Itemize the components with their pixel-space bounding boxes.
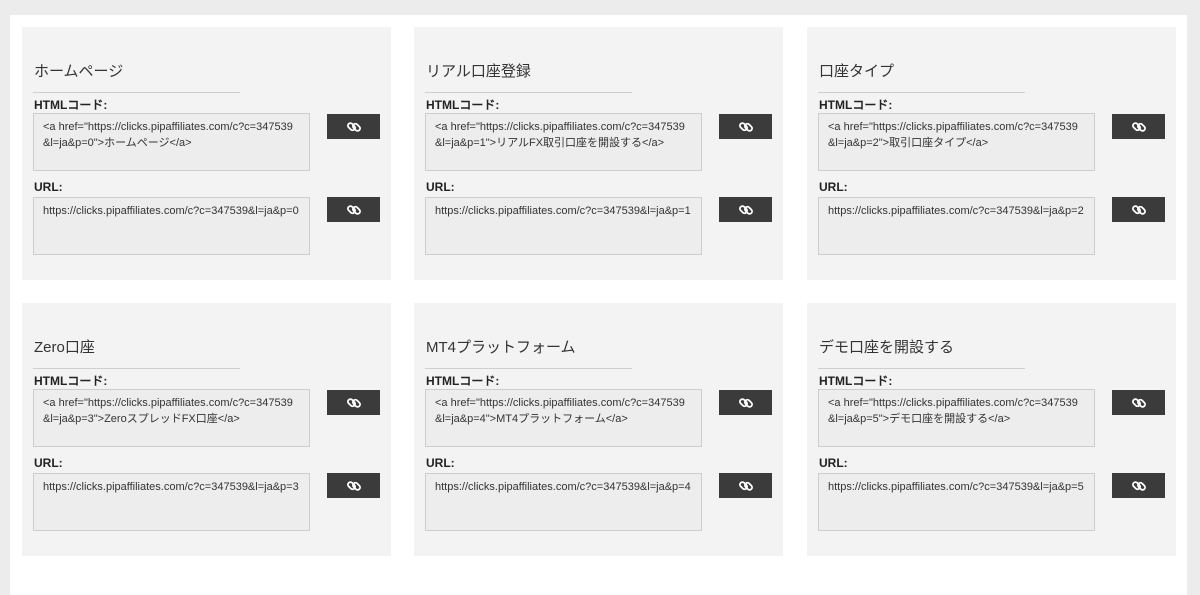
html-code-label: HTMLコード: [819,98,893,112]
card-title: 口座タイプ [819,63,895,80]
url-label: URL: [34,456,63,470]
card-title: ホームページ [34,63,124,80]
link-card: デモ口座を開設する HTMLコード: <a href="https://clic… [807,303,1176,556]
link-card: MT4プラットフォーム HTMLコード: <a href="https://cl… [414,303,783,556]
html-code-label: HTMLコード: [34,374,108,388]
link-card: リアル口座登録 HTMLコード: <a href="https://clicks… [414,27,783,280]
link-icon [1131,121,1146,132]
url-field[interactable]: https://clicks.pipaffiliates.com/c?c=347… [33,197,310,255]
link-icon [346,397,361,408]
link-icon [738,480,753,491]
copy-html-link-button[interactable] [1112,390,1165,415]
html-code-field[interactable]: <a href="https://clicks.pipaffiliates.co… [818,389,1095,447]
link-cards-container: ホームページ HTMLコード: <a href="https://clicks.… [10,15,1187,595]
url-label: URL: [819,180,848,194]
html-code-field[interactable]: <a href="https://clicks.pipaffiliates.co… [33,113,310,171]
html-code-label: HTMLコード: [34,98,108,112]
url-field[interactable]: https://clicks.pipaffiliates.com/c?c=347… [425,473,702,531]
link-icon [738,121,753,132]
html-code-field[interactable]: <a href="https://clicks.pipaffiliates.co… [818,113,1095,171]
copy-url-link-button[interactable] [1112,197,1165,222]
link-icon [738,204,753,215]
copy-url-link-button[interactable] [719,197,772,222]
title-divider [818,368,1025,369]
copy-url-link-button[interactable] [327,473,380,498]
link-icon [738,397,753,408]
copy-html-link-button[interactable] [719,114,772,139]
card-title: Zero口座 [34,339,95,356]
card-title: デモ口座を開設する [819,339,955,356]
copy-html-link-button[interactable] [719,390,772,415]
link-icon [1131,204,1146,215]
title-divider [33,92,240,93]
copy-url-link-button[interactable] [327,197,380,222]
url-label: URL: [426,180,455,194]
html-code-label: HTMLコード: [819,374,893,388]
url-label: URL: [426,456,455,470]
card-title: リアル口座登録 [426,63,531,80]
html-code-label: HTMLコード: [426,374,500,388]
link-icon [346,204,361,215]
url-field[interactable]: https://clicks.pipaffiliates.com/c?c=347… [818,473,1095,531]
copy-url-link-button[interactable] [719,473,772,498]
link-card: 口座タイプ HTMLコード: <a href="https://clicks.p… [807,27,1176,280]
card-title: MT4プラットフォーム [426,339,576,356]
title-divider [425,92,632,93]
copy-html-link-button[interactable] [327,114,380,139]
copy-html-link-button[interactable] [327,390,380,415]
html-code-field[interactable]: <a href="https://clicks.pipaffiliates.co… [425,113,702,171]
copy-url-link-button[interactable] [1112,473,1165,498]
title-divider [425,368,632,369]
link-icon [1131,397,1146,408]
url-label: URL: [819,456,848,470]
html-code-field[interactable]: <a href="https://clicks.pipaffiliates.co… [425,389,702,447]
url-label: URL: [34,180,63,194]
title-divider [818,92,1025,93]
html-code-label: HTMLコード: [426,98,500,112]
copy-html-link-button[interactable] [1112,114,1165,139]
url-field[interactable]: https://clicks.pipaffiliates.com/c?c=347… [33,473,310,531]
html-code-field[interactable]: <a href="https://clicks.pipaffiliates.co… [33,389,310,447]
link-card: ホームページ HTMLコード: <a href="https://clicks.… [22,27,391,280]
link-card: Zero口座 HTMLコード: <a href="https://clicks.… [22,303,391,556]
url-field[interactable]: https://clicks.pipaffiliates.com/c?c=347… [818,197,1095,255]
link-icon [346,480,361,491]
title-divider [33,368,240,369]
link-icon [1131,480,1146,491]
url-field[interactable]: https://clicks.pipaffiliates.com/c?c=347… [425,197,702,255]
link-icon [346,121,361,132]
